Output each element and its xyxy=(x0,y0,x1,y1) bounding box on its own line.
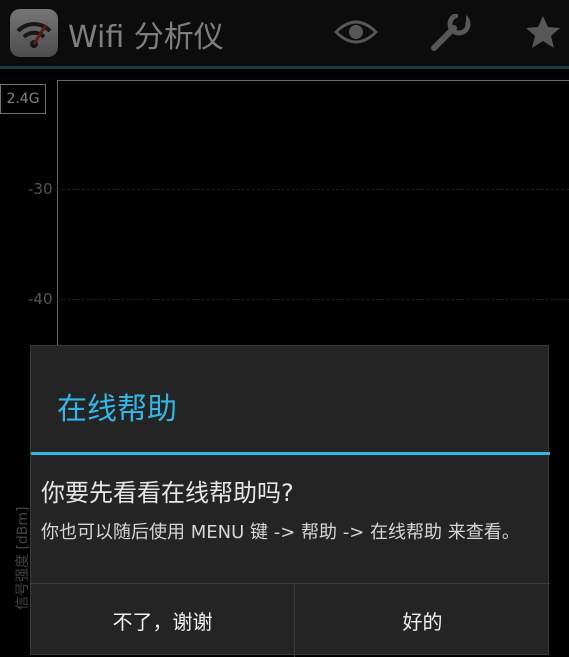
ok-button[interactable]: 好的 xyxy=(295,584,550,657)
dialog-title-divider xyxy=(31,452,550,455)
dialog-title: 在线帮助 xyxy=(57,392,177,427)
dialog-message: 你也可以随后使用 MENU 键 -> 帮助 -> 在线帮助 来查看。 xyxy=(41,522,520,543)
online-help-dialog: 在线帮助 你要先看看在线帮助吗? 你也可以随后使用 MENU 键 -> 帮助 -… xyxy=(30,345,550,657)
no-thanks-button[interactable]: 不了，谢谢 xyxy=(31,584,295,657)
dialog-button-bar: 不了，谢谢 好的 xyxy=(31,583,550,657)
dialog-question: 你要先看看在线帮助吗? xyxy=(41,479,294,507)
